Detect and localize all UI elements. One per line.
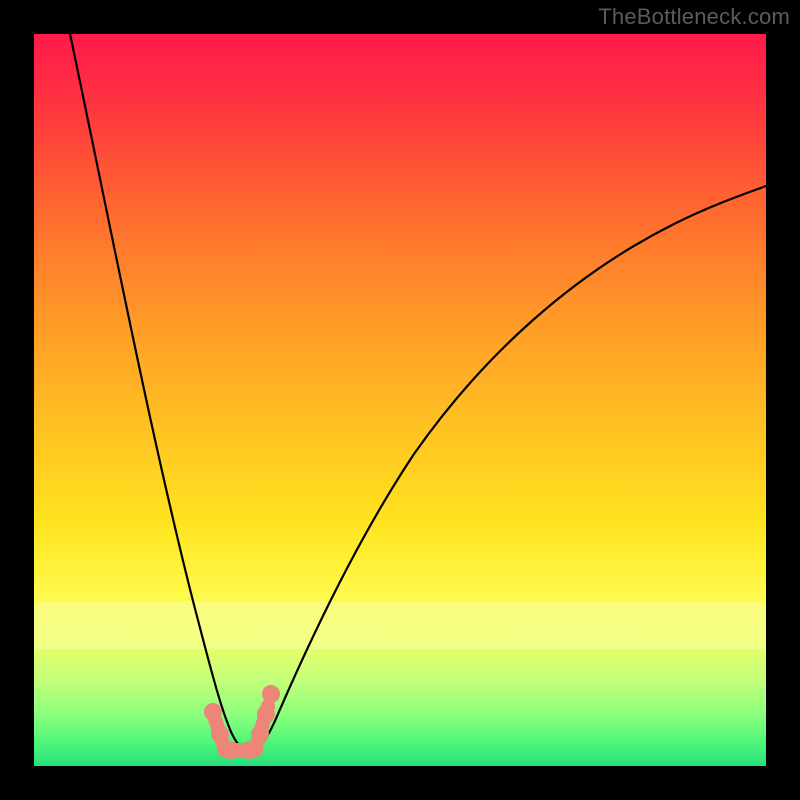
curve-layer	[34, 34, 766, 766]
plot-area	[34, 34, 766, 766]
highlight-dot	[257, 705, 275, 723]
highlight-dot	[221, 741, 239, 759]
chart-frame: TheBottleneck.com	[0, 0, 800, 800]
highlight-dot	[211, 725, 229, 743]
highlight-dot	[204, 703, 222, 721]
highlight-dot	[241, 741, 259, 759]
highlight-dot	[262, 685, 280, 703]
highlight-dot	[251, 725, 269, 743]
bottleneck-curve	[70, 34, 766, 752]
watermark-text: TheBottleneck.com	[598, 4, 790, 30]
